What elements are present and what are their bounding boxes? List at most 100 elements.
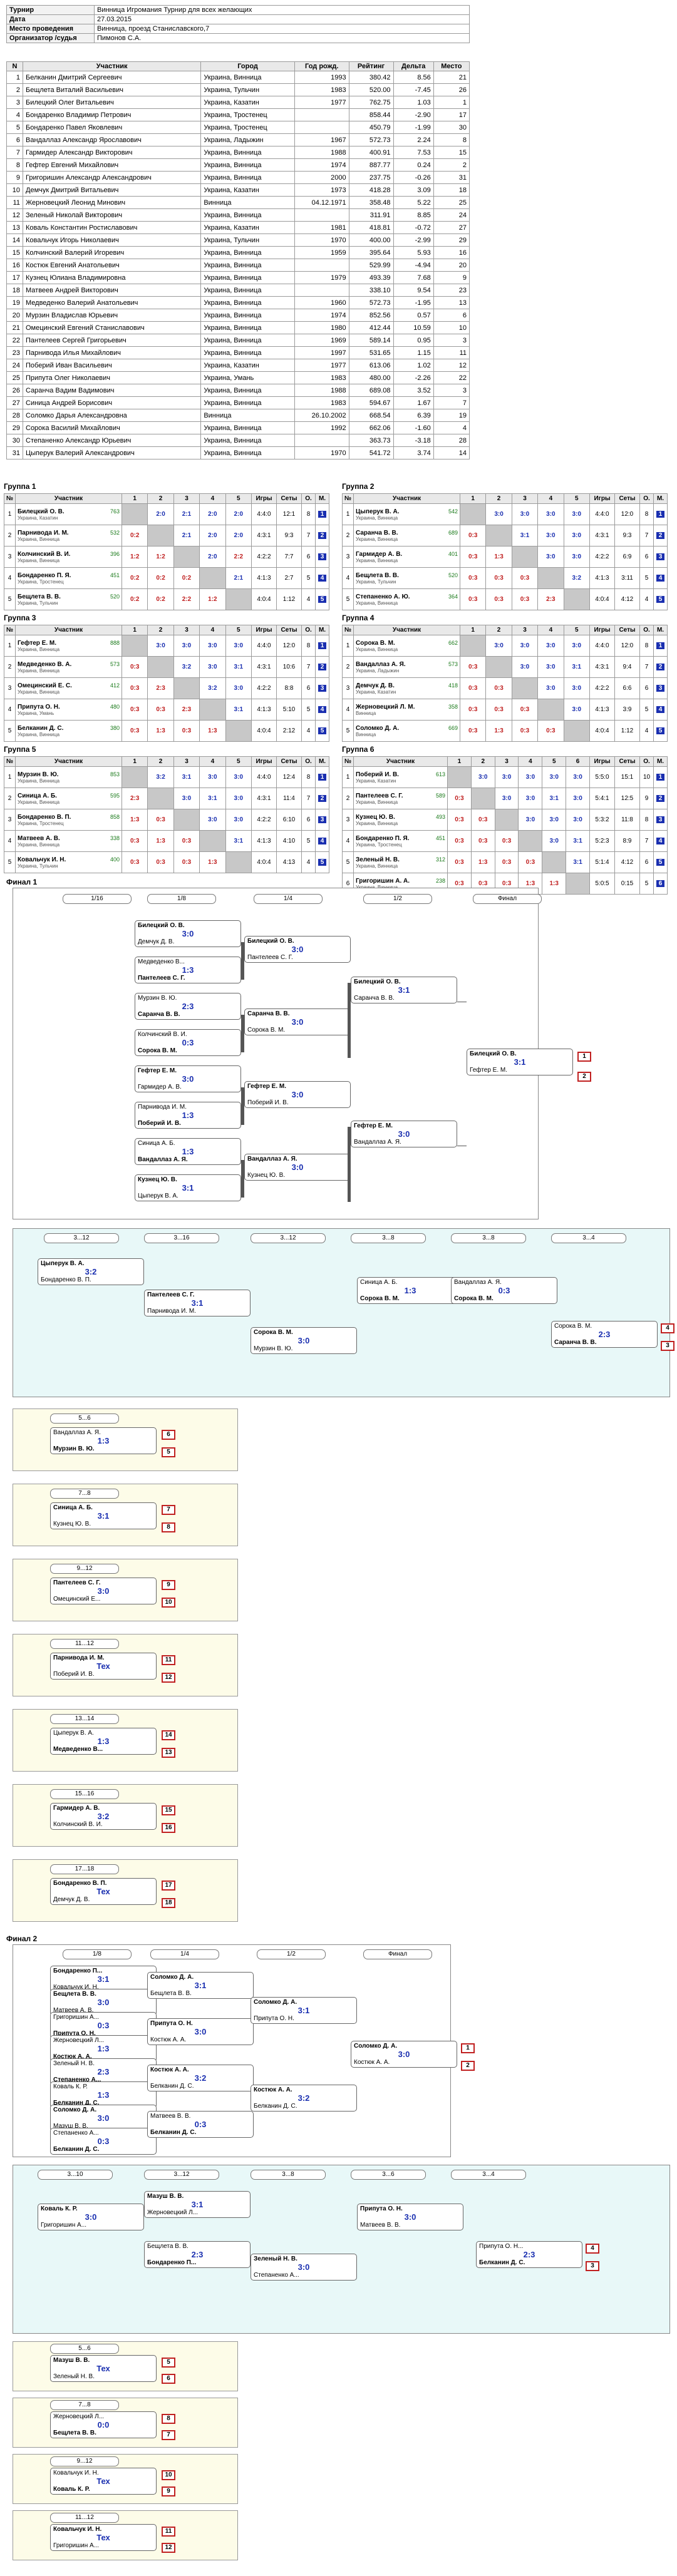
group-row: 5 669 Соломко Д. А. Винница 0:3 1:3 0:3 0:3 4:0:… <box>342 720 668 742</box>
score-cell: 0:3 <box>121 720 148 742</box>
table-cell: 5.93 <box>393 246 434 259</box>
table-cell: 572.73 <box>348 296 394 309</box>
player-cell: 573 Вандаллаз А. Я. Украина, Ладыжин <box>353 656 460 678</box>
match-player-a: Жерновецкий Л... <box>53 2037 105 2044</box>
sets-cell: 12:5 <box>614 788 640 809</box>
score-cell: 3:1 <box>225 699 252 721</box>
score-value: 3:1 <box>208 795 217 802</box>
games-cell: 4:4:0 <box>251 635 277 657</box>
place-cell: 4 <box>653 830 668 852</box>
player-name: Матвеев А. В. <box>18 834 60 842</box>
table-cell: 5 <box>6 121 23 134</box>
table-cell: 1981 <box>294 221 349 234</box>
stage-header: 1/2 <box>257 1949 326 1959</box>
score-value: 2:1 <box>182 511 192 518</box>
match-player-b: Гармидер А. В. <box>138 1084 182 1090</box>
player-club: Винница <box>356 710 376 716</box>
score-cell: 0:3 <box>459 720 487 742</box>
score-value: 2:3 <box>130 795 140 802</box>
player-name: Кузнец Ю. В. <box>356 813 395 821</box>
table-cell: Украина, Винница <box>200 296 295 309</box>
score-value: 1:3 <box>156 838 165 844</box>
table-cell: 418.81 <box>348 221 394 234</box>
games-cell: 5:3:2 <box>589 809 615 831</box>
player-club: Украина, Винница <box>356 536 398 542</box>
score-value: 3:0 <box>546 553 556 560</box>
table-cell: 13 <box>433 296 470 309</box>
diagonal-cell <box>537 699 564 721</box>
score-cell: 0:3 <box>173 720 200 742</box>
table-row: 22 Пантелеев Сергей Григорьевич Украина, В… <box>6 334 470 347</box>
table-cell: Украина, Ладыжин <box>200 133 295 146</box>
player-cell: 888 Гефтер Е. М. Украина, Винница <box>15 635 122 657</box>
table-cell: 7 <box>433 396 470 409</box>
match-box: Гефтер Е. М. 3:0 Гармидер А. В. <box>135 1065 241 1092</box>
player-cell: 520 Бещлета В. В. Украина, Тульчин <box>353 567 460 589</box>
column-header: 5 <box>225 625 252 635</box>
place-marker: 4 <box>586 2244 599 2254</box>
table-cell: 21 <box>6 321 23 334</box>
table-cell: Украина, Винница <box>200 434 295 447</box>
points-cell: 7 <box>301 788 316 809</box>
match-result: 3:0 <box>182 929 194 938</box>
place-marker: 9 <box>162 1580 175 1590</box>
score-value: 3:2 <box>156 774 165 781</box>
row-number: 2 <box>342 656 354 678</box>
table-cell: 25 <box>6 371 23 384</box>
table-cell: 4 <box>433 421 470 434</box>
place-cell: 4 <box>653 699 668 721</box>
column-header: № <box>342 625 354 635</box>
player-cell: 858 Бондаренко В. П. Украина, Тростенец <box>15 809 122 831</box>
score-value: 1:2 <box>156 553 165 560</box>
table-cell: 1 <box>6 71 23 84</box>
score-cell: 3:0 <box>511 503 539 525</box>
score-cell: 3:0 <box>563 677 591 699</box>
score-cell: 0:3 <box>470 809 495 831</box>
table-cell: Украина, Винница <box>200 271 295 284</box>
diagonal-cell <box>470 788 495 809</box>
match-player-b: Бондаренко П... <box>147 2259 197 2266</box>
place-marker: 8 <box>162 2414 175 2424</box>
points-cell: 8 <box>639 503 654 525</box>
stage-header: Финал <box>473 894 542 904</box>
score-value: 0:3 <box>478 816 488 823</box>
table-cell <box>294 121 349 134</box>
group-title: Группа 5 <box>4 745 36 754</box>
score-cell: 2:1 <box>173 503 200 525</box>
row-number: 3 <box>342 677 354 699</box>
score-value: 3:0 <box>546 642 556 649</box>
score-value: 0:3 <box>182 727 192 734</box>
points-cell: 4 <box>301 720 316 742</box>
match-box: Сорока В. М. 3:0 Мурзин В. Ю. <box>251 1327 357 1354</box>
player-name: Синица А. Б. <box>18 792 57 799</box>
match-box: Гефтер Е. М. 3:0 Вандаллаз А. Я. <box>351 1121 457 1147</box>
stage-header: 3...16 <box>144 1233 219 1243</box>
score-value: 3:0 <box>573 816 582 823</box>
score-value: 0:3 <box>130 664 140 670</box>
table-cell: 8.56 <box>393 71 434 84</box>
column-header: 5 <box>542 756 567 767</box>
player-name: Бондаренко П. Я. <box>356 834 410 842</box>
score-cell: 2:0 <box>199 503 226 525</box>
sets-cell: 4:12 <box>614 851 640 873</box>
place-cell: 2 <box>653 525 668 547</box>
score-cell: 3:0 <box>225 766 252 788</box>
consolation-frame <box>13 1228 670 1397</box>
score-value: 3:0 <box>572 685 581 692</box>
place-cell: 2 <box>653 656 668 678</box>
row-number: 5 <box>4 720 16 742</box>
sets-cell: 8:8 <box>276 677 302 699</box>
match-result: Тех <box>96 2533 110 2542</box>
diagonal-cell <box>459 635 487 657</box>
player-cell: 573 Медведенко В. А. Украина, Винница <box>15 656 122 678</box>
match-box: Соломко Д. А. 3:1 Припута О. Н. <box>251 1997 357 2024</box>
diagonal-cell <box>563 720 591 742</box>
score-cell: 3:0 <box>225 788 252 809</box>
points-cell: 6 <box>639 851 654 873</box>
section-title: Финал 2 <box>6 1934 38 1943</box>
row-number: 3 <box>342 546 354 568</box>
column-header: 1 <box>447 756 472 767</box>
match-result: 0:3 <box>182 1038 194 1047</box>
match-result: 3:1 <box>97 1511 110 1521</box>
sets-cell: 11:4 <box>276 788 302 809</box>
